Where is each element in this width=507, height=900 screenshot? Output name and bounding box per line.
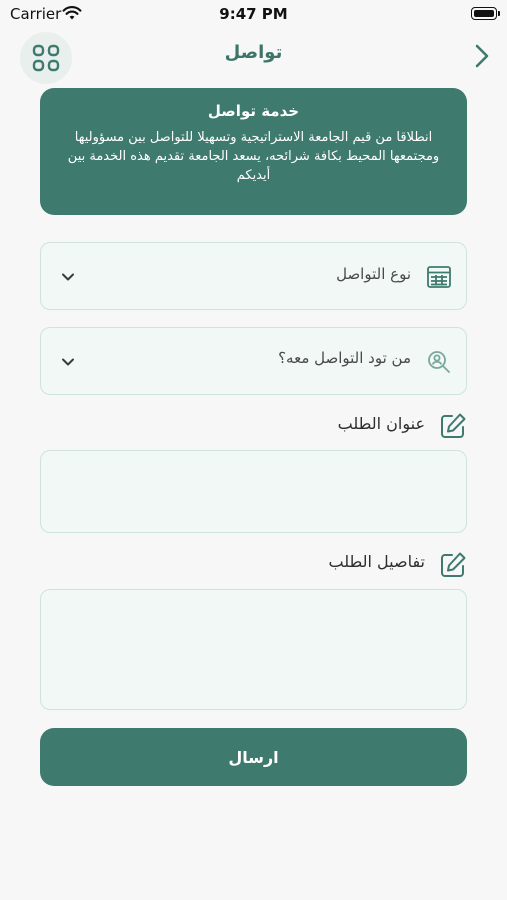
request-details-input[interactable] xyxy=(40,589,467,710)
clock: 9:47 PM xyxy=(219,5,288,23)
status-bar: Carrier 9:47 PM xyxy=(0,0,507,30)
banner-title: خدمة تواصل xyxy=(207,102,300,120)
banner-description: انطلاقا من قيم الجامعة الاستراتيجية وتسه… xyxy=(67,130,440,183)
contact-person-placeholder: من تود التواصل معه؟ xyxy=(278,349,411,367)
contact-type-dropdown[interactable]: نوع التواصل xyxy=(40,242,467,310)
service-banner: خدمة تواصل انطلاقا من قيم الجامعة الاستر… xyxy=(40,88,467,215)
battery-icon xyxy=(471,7,500,20)
request-title-input[interactable] xyxy=(40,450,467,533)
page-title: تواصل xyxy=(224,42,283,63)
table-icon xyxy=(427,266,451,288)
request-title-label: عنوان الطلب xyxy=(337,414,425,433)
chevron-down-icon xyxy=(62,273,74,281)
user-search-icon xyxy=(428,351,450,373)
edit-icon xyxy=(441,552,466,577)
submit-button[interactable]: ارسال xyxy=(40,728,467,786)
contact-type-placeholder: نوع التواصل xyxy=(336,265,411,283)
back-button[interactable] xyxy=(468,42,496,70)
edit-icon xyxy=(441,413,466,438)
contact-person-dropdown[interactable]: من تود التواصل معه؟ xyxy=(40,327,467,395)
chevron-down-icon xyxy=(62,358,74,366)
request-details-label: تفاصيل الطلب xyxy=(328,552,426,571)
